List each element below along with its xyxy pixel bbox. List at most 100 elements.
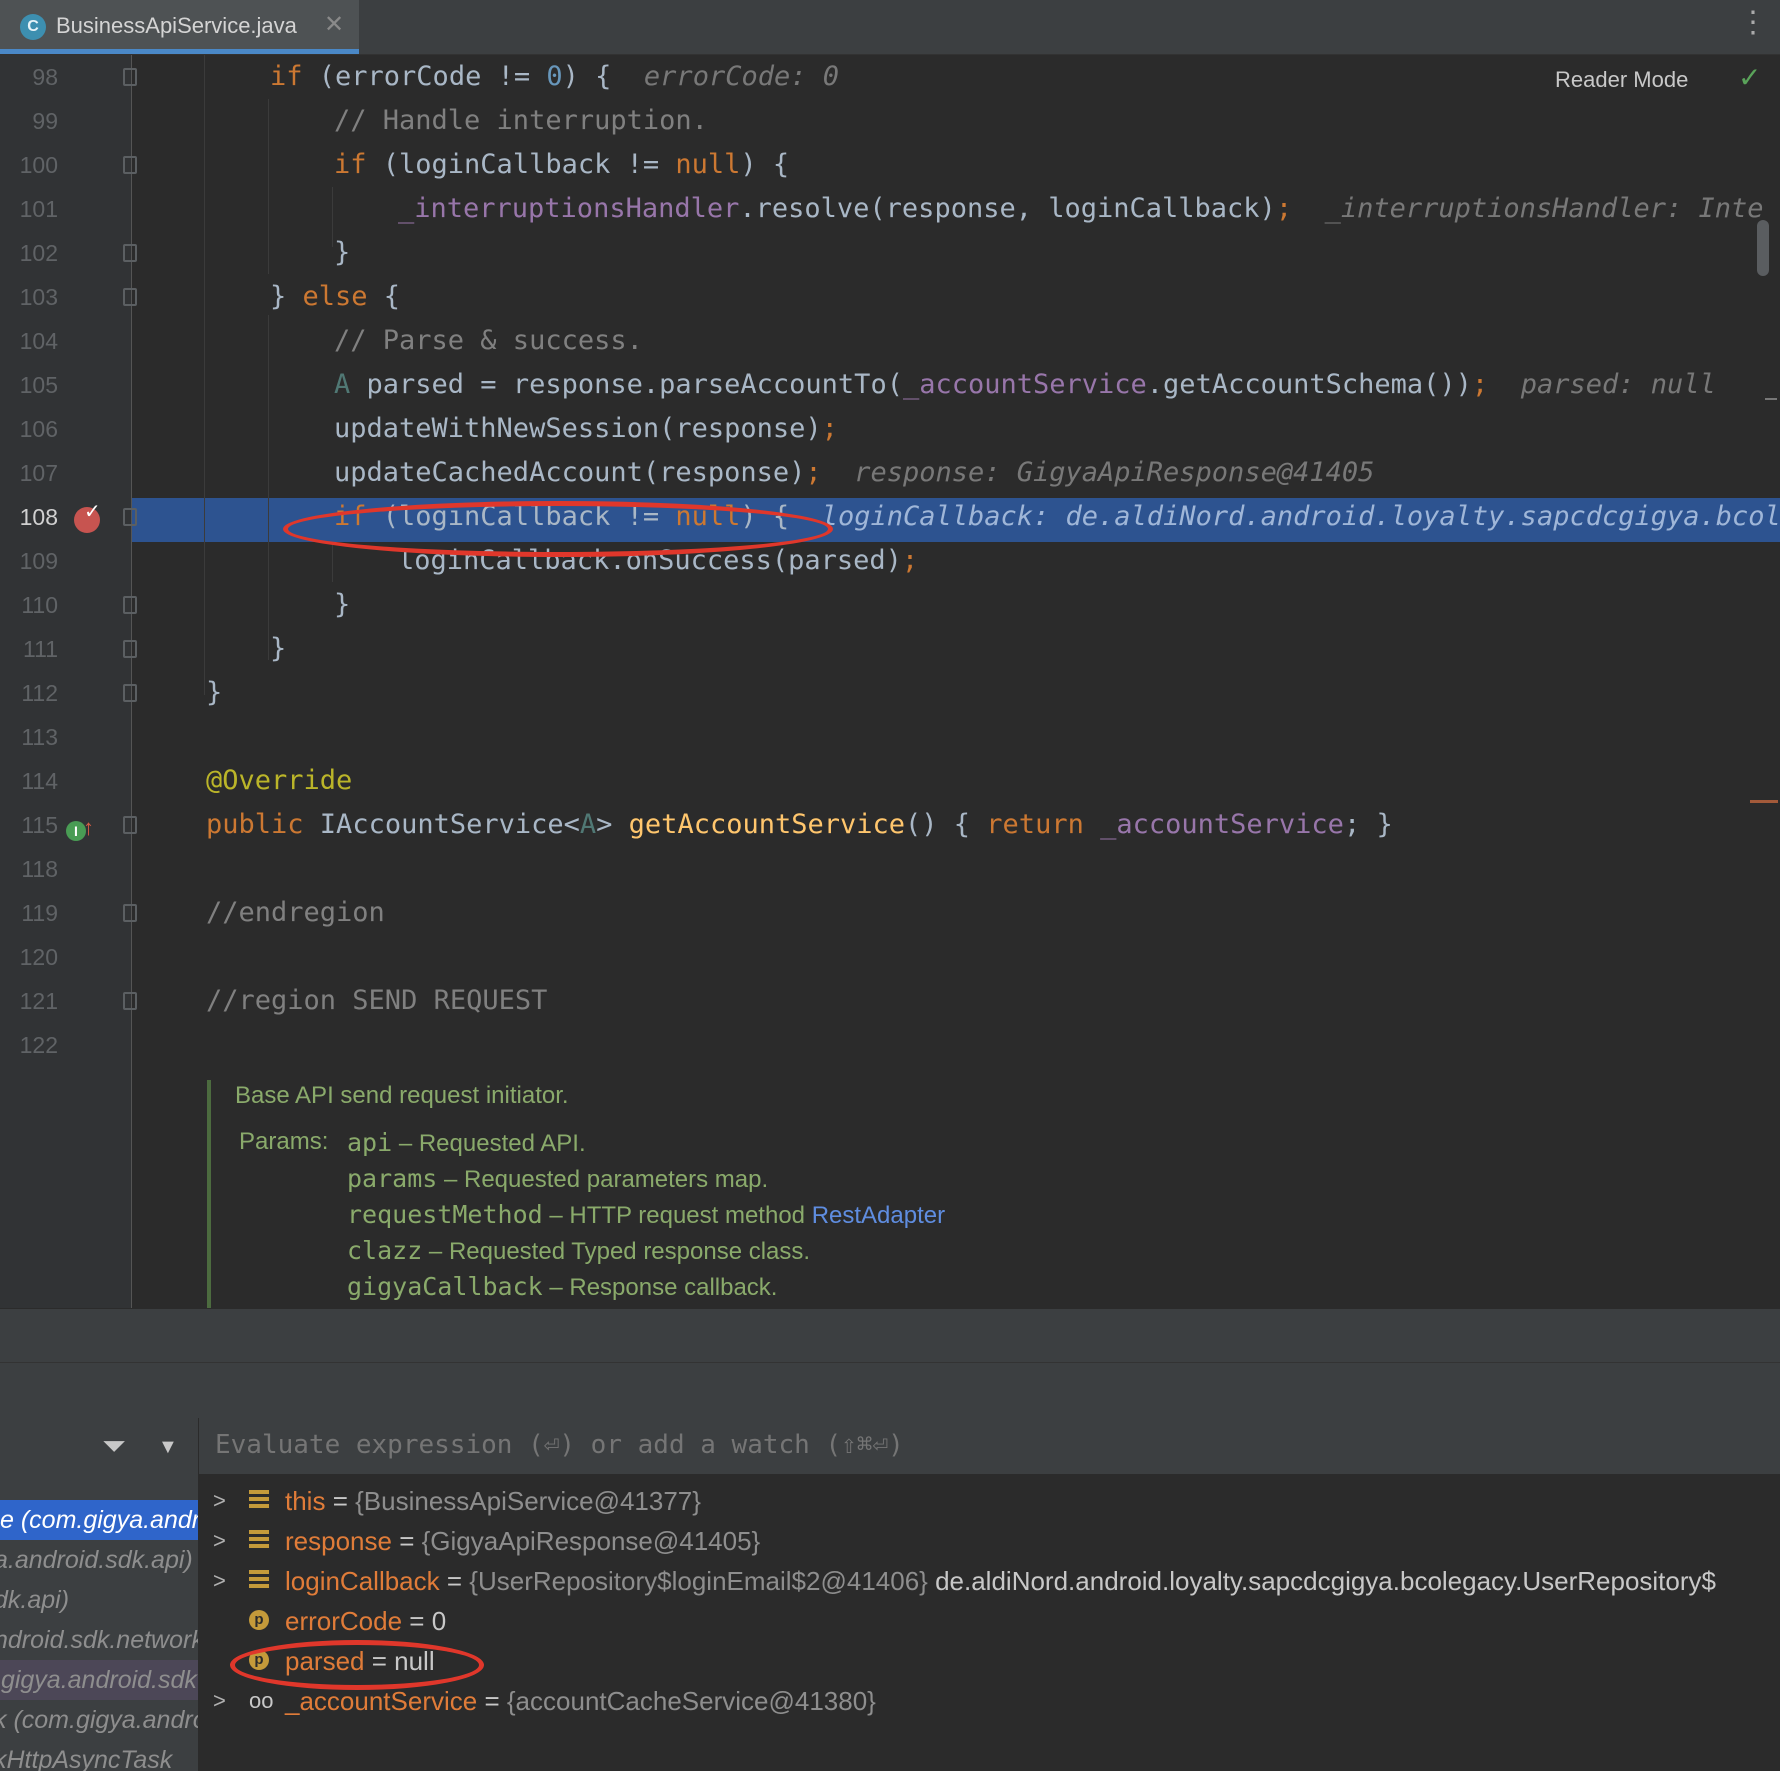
chevron-right-icon[interactable]: >: [213, 1521, 226, 1561]
code-editor[interactable]: 98 99 100 101 102 103 104 105 106 107 10…: [0, 55, 1780, 1308]
variable-row[interactable]: > oo _accountService = {accountCacheServ…: [199, 1681, 1780, 1721]
inline-debug-hint: loginCallback: de.aldiNord.android.loyal…: [821, 501, 1780, 532]
breakpoint-check-icon: ✓: [84, 501, 101, 523]
field-icon: [249, 1530, 269, 1550]
tab-business-api-service[interactable]: C BusinessApiService.java ✕: [0, 0, 359, 54]
line-number: 102: [19, 240, 58, 266]
inline-debug-hint: errorCode: 0: [643, 61, 839, 92]
fold-icon[interactable]: [123, 684, 137, 702]
reader-mode-button[interactable]: Reader Mode: [1555, 67, 1688, 93]
line-number: 120: [19, 944, 58, 970]
variable-row[interactable]: > response = {GigyaApiResponse@41405}: [199, 1521, 1780, 1561]
frame-item[interactable]: kHttpAsyncTask: [0, 1740, 172, 1771]
doc-param: api – Requested API.: [347, 1128, 586, 1157]
frame-item[interactable]: .gigya.android.sdk: [0, 1660, 198, 1700]
frame-item[interactable]: dk.api): [0, 1580, 69, 1620]
code-line: // Handle interruption.: [334, 105, 708, 136]
fold-icon[interactable]: [123, 156, 137, 174]
line-number: 119: [21, 900, 58, 926]
fold-icon[interactable]: [123, 244, 137, 262]
panel-divider[interactable]: [0, 1308, 1780, 1363]
frame-item[interactable]: a.android.sdk.api): [0, 1540, 193, 1580]
line-number: 109: [19, 548, 58, 574]
line-number: 99: [32, 108, 58, 134]
code-line: updateCachedAccount(response); response:…: [334, 457, 1375, 488]
code-line: } else {: [270, 281, 401, 312]
line-number: 122: [19, 1032, 58, 1058]
fold-icon[interactable]: [123, 816, 137, 834]
evaluate-bar: [199, 1418, 1780, 1475]
line-number: 114: [21, 768, 58, 794]
variables-panel: > this = {BusinessApiService@41377} > re…: [199, 1475, 1780, 1771]
fold-icon[interactable]: [123, 992, 137, 1010]
code-line: }: [334, 589, 351, 620]
error-stripe-marker[interactable]: [1750, 800, 1778, 803]
error-stripe-marker[interactable]: [1765, 398, 1777, 400]
override-arrow-icon[interactable]: ↑: [83, 815, 94, 841]
frames-panel: ⏷ ▼ e (com.gigya.android a.android.sdk.a…: [0, 1418, 199, 1771]
doc-param: params – Requested parameters map.: [347, 1164, 769, 1193]
line-number: 121: [19, 988, 58, 1014]
inline-debug-hint: parsed: null: [1520, 369, 1716, 400]
indent-guide: [332, 187, 333, 247]
fold-icon[interactable]: [123, 68, 137, 86]
doc-param: requestMethod – HTTP request method Rest…: [347, 1200, 946, 1229]
variable-row[interactable]: p errorCode = 0: [199, 1601, 1780, 1641]
chevron-right-icon[interactable]: >: [213, 1681, 226, 1721]
inline-debug-hint: response: GigyaApiResponse@41405: [854, 457, 1375, 488]
close-icon[interactable]: ✕: [324, 10, 344, 39]
field-icon: [249, 1490, 269, 1510]
variable-row[interactable]: > loginCallback = {UserRepository$loginE…: [199, 1561, 1780, 1601]
frame-item[interactable]: ndroid.sdk.network: [0, 1620, 198, 1660]
chevron-right-icon[interactable]: >: [213, 1481, 226, 1521]
indent-guide: [204, 55, 205, 695]
doc-params-label: Params:: [239, 1128, 329, 1155]
code-line: // Parse & success.: [334, 325, 643, 356]
fold-icon[interactable]: [123, 288, 137, 306]
line-number: 112: [21, 680, 58, 706]
frame-item[interactable]: k (com.gigya.android: [0, 1700, 198, 1740]
more-vertical-icon[interactable]: ⋮: [1738, 8, 1768, 38]
line-number: 100: [19, 152, 58, 178]
code-line: }: [270, 633, 287, 664]
field-icon: [249, 1570, 269, 1590]
line-number: 106: [19, 416, 58, 442]
gutter-separator: [131, 55, 132, 1308]
doc-link-rest-adapter[interactable]: RestAdapter: [812, 1202, 945, 1229]
line-number: 110: [21, 592, 58, 618]
inline-debug-hint: _interruptionsHandler: Inte: [1324, 193, 1764, 224]
doc-param: gigyaCallback – Response callback.: [347, 1272, 778, 1301]
line-number: 98: [32, 64, 58, 90]
glasses-icon: oo: [249, 1688, 274, 1713]
fold-icon[interactable]: [123, 596, 137, 614]
check-icon: ✓: [1738, 62, 1762, 93]
tab-label: BusinessApiService.java: [56, 13, 297, 38]
code-line: _interruptionsHandler.resolve(response, …: [398, 193, 1764, 224]
doc-comment-bar: [207, 1080, 211, 1308]
line-number: 105: [19, 372, 58, 398]
java-class-icon: C: [20, 14, 46, 40]
fold-icon[interactable]: [123, 904, 137, 922]
evaluate-expression-input[interactable]: [215, 1430, 1415, 1460]
annotation-circle: [283, 501, 833, 557]
editor-scrollbar[interactable]: [1757, 220, 1769, 276]
code-line: @Override: [206, 765, 353, 796]
fold-icon[interactable]: [123, 640, 137, 658]
variable-row[interactable]: > this = {BusinessApiService@41377}: [199, 1481, 1780, 1521]
annotation-circle: [230, 1640, 484, 1690]
chevron-right-icon[interactable]: >: [213, 1561, 226, 1601]
doc-summary: Base API send request initiator.: [235, 1082, 569, 1109]
line-number: 111: [23, 636, 58, 662]
filter-icon[interactable]: ⏷: [102, 1430, 126, 1464]
line-number: 118: [21, 856, 58, 882]
line-number: 107: [19, 460, 58, 486]
code-line: }: [206, 677, 223, 708]
chevron-down-icon[interactable]: ▼: [158, 1436, 178, 1459]
indent-guide: [268, 99, 269, 274]
frame-item[interactable]: e (com.gigya.android: [0, 1500, 198, 1540]
fold-icon[interactable]: [123, 508, 137, 526]
code-line: updateWithNewSession(response);: [334, 413, 838, 444]
indent-guide: [268, 315, 269, 660]
line-number: 103: [19, 284, 58, 310]
line-number: 101: [19, 196, 58, 222]
